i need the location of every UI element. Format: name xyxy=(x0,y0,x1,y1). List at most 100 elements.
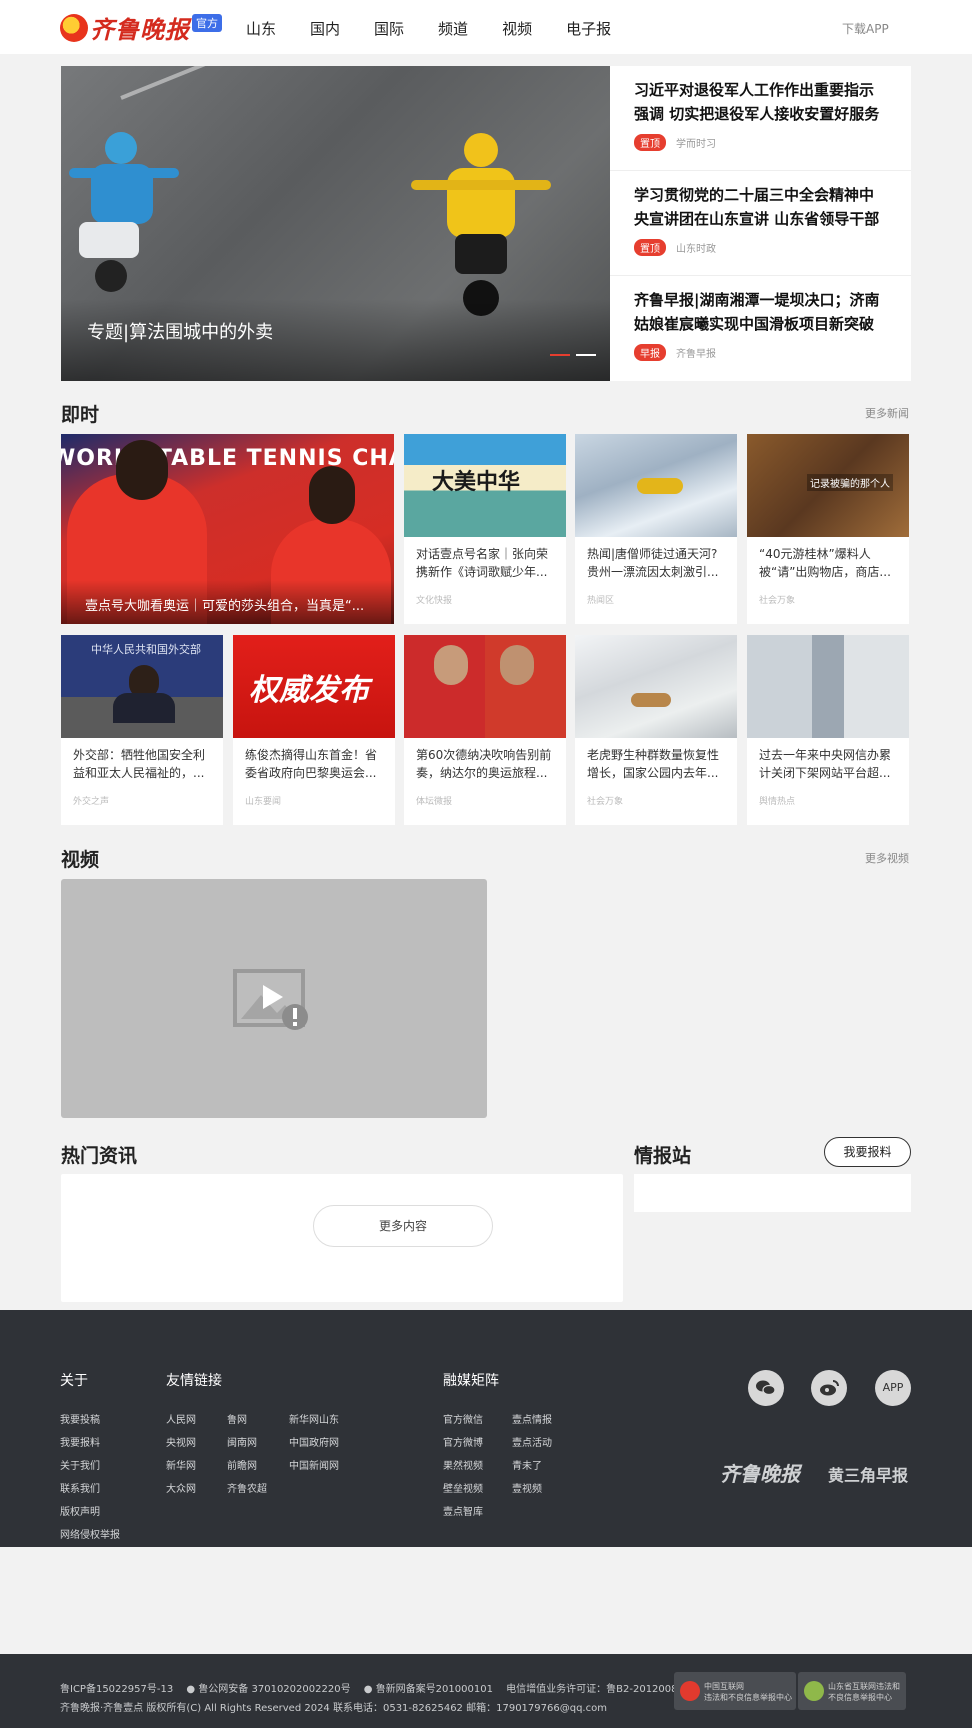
news-card[interactable]: 记录被骗的那个人 “40元游桂林”爆料人被“请”出购物店，商店... 社会万象 xyxy=(747,434,909,624)
friend-link[interactable]: 前瞻网 xyxy=(227,1457,257,1472)
featured-image-player2-head xyxy=(309,466,355,524)
news-card[interactable]: 大美中华 对话壹点号名家｜张向荣携新作《诗词歌赋少年... 文化快报 xyxy=(404,434,566,624)
news-source: 舆情热点 xyxy=(759,797,796,807)
friend-link[interactable]: 中国政府网 xyxy=(289,1434,339,1449)
nav-item-epaper[interactable]: 电子报 xyxy=(566,18,611,39)
logo-mark-icon xyxy=(60,13,88,42)
footer-link-about-us[interactable]: 关于我们 xyxy=(60,1457,100,1472)
news-record[interactable]: 鲁新网备案号201000101 xyxy=(376,1684,493,1695)
badge-line: 中国互联网 xyxy=(704,1682,744,1691)
news-thumbnail: 权威发布 xyxy=(233,635,395,738)
news-title[interactable]: 老虎野生种群数量恢复性增长，国家公园内去年... xyxy=(575,738,737,782)
news-card[interactable]: 中华人民共和国外交部 外交部：牺牲他国安全利益和亚太人民福祉的，... 外交之声 xyxy=(61,635,223,825)
news-title[interactable]: 对话壹点号名家｜张向荣携新作《诗词歌赋少年... xyxy=(404,537,566,581)
footer-link-infringement[interactable]: 网络侵权举报 xyxy=(60,1526,120,1541)
police-record[interactable]: 鲁公网安备 37010202002220号 xyxy=(198,1684,350,1695)
news-title[interactable]: “40元游桂林”爆料人被“请”出购物店，商店... xyxy=(747,537,909,581)
police-badge-icon: ● xyxy=(186,1684,196,1695)
hero-image-rider-blue xyxy=(69,132,179,292)
report-center-icon xyxy=(680,1681,700,1701)
media-link[interactable]: 壹点活动 xyxy=(512,1434,552,1449)
footer-link-copyright[interactable]: 版权声明 xyxy=(60,1503,100,1518)
news-card[interactable]: 老虎野生种群数量恢复性增长，国家公园内去年... 社会万象 xyxy=(575,635,737,825)
nav-item-domestic[interactable]: 国内 xyxy=(310,18,340,39)
section-title-hot: 热门资讯 xyxy=(61,1145,138,1167)
headline-source: 学而时习 xyxy=(676,139,716,150)
friend-link[interactable]: 新华网山东 xyxy=(289,1411,339,1426)
news-thumbnail xyxy=(747,635,909,738)
report-center-badge[interactable]: 中国互联网 违法和不良信息举报中心 xyxy=(674,1672,796,1710)
footer-logo-huangsanjiao: 黄三角早报 xyxy=(828,1466,909,1485)
news-title[interactable]: 外交部：牺牲他国安全利益和亚太人民福祉的，... xyxy=(61,738,223,782)
nav-item-video[interactable]: 视频 xyxy=(502,18,532,39)
media-link[interactable]: 官方微博 xyxy=(443,1434,483,1449)
friend-link[interactable]: 央视网 xyxy=(166,1434,196,1449)
carousel-dot-active[interactable] xyxy=(550,354,570,356)
footer-link-contact[interactable]: 联系我们 xyxy=(60,1480,100,1495)
thumbnail-title-text: 大美中华 xyxy=(432,469,521,495)
download-app-link[interactable]: 下载APP xyxy=(842,20,889,37)
friend-link[interactable]: 齐鲁农超 xyxy=(227,1480,267,1495)
hero-caption[interactable]: 专题|算法围城中的外卖 xyxy=(87,318,273,344)
wechat-icon[interactable] xyxy=(748,1370,784,1406)
shandong-report-badge[interactable]: 山东省互联网违法和 不良信息举报中心 xyxy=(798,1672,906,1710)
footer-link-report[interactable]: 我要报料 xyxy=(60,1434,100,1449)
headline-title[interactable]: 习近平对退役军人工作作出重要指示强调 切实把退役军人接收安置好服务保... xyxy=(634,78,887,126)
site-logo[interactable]: 齐鲁晚报 官方 xyxy=(60,10,222,45)
more-video-link[interactable]: 更多视频 xyxy=(865,850,909,866)
nav-item-channels[interactable]: 频道 xyxy=(438,18,468,39)
app-icon[interactable]: APP xyxy=(875,1370,911,1406)
news-card[interactable]: 热闻|唐僧师徒过通天河? 贵州一漂流因太刺激引... 热闻区 xyxy=(575,434,737,624)
carousel-dot[interactable] xyxy=(576,354,596,356)
media-link[interactable]: 官方微信 xyxy=(443,1411,483,1426)
media-link[interactable]: 壹点情报 xyxy=(512,1411,552,1426)
nav-item-shandong[interactable]: 山东 xyxy=(246,18,276,39)
news-source: 文化快报 xyxy=(416,596,453,606)
headline-title[interactable]: 学习贯彻党的二十届三中全会精神中央宣讲团在山东宣讲 山东省领导干部党... xyxy=(634,183,887,231)
headline-title[interactable]: 齐鲁早报|湖南湘潭一堤坝决口；济南姑娘崔宸曦实现中国滑板项目新突破 xyxy=(634,288,887,336)
friend-link[interactable]: 鲁网 xyxy=(227,1411,247,1426)
featured-caption[interactable]: 壹点号大咖看奥运｜可爱的莎头组合，当真是“... xyxy=(85,595,385,614)
news-card[interactable]: 过去一年来中央网信办累计关闭下架网站平台超... 舆情热点 xyxy=(747,635,909,825)
headline-item[interactable]: 学习贯彻党的二十届三中全会精神中央宣讲团在山东宣讲 山东省领导干部党... 置顶… xyxy=(610,171,911,276)
news-title[interactable]: 第60次德纳决吹响告别前奏，纳达尔的奥运旅程... xyxy=(404,738,566,782)
hot-news-panel: 更多内容 xyxy=(61,1174,623,1302)
featured-image-player1-head xyxy=(116,440,168,500)
friend-link[interactable]: 大众网 xyxy=(166,1480,196,1495)
media-link[interactable]: 壁垒视频 xyxy=(443,1480,483,1495)
more-content-button[interactable]: 更多内容 xyxy=(313,1205,493,1247)
news-card[interactable]: 第60次德纳决吹响告别前奏，纳达尔的奥运旅程... 体坛微报 xyxy=(404,635,566,825)
media-link[interactable]: 壹点智库 xyxy=(443,1503,483,1518)
headline-item[interactable]: 习近平对退役军人工作作出重要指示强调 切实把退役军人接收安置好服务保... 置顶… xyxy=(610,66,911,171)
weibo-icon[interactable] xyxy=(811,1370,847,1406)
headline-item[interactable]: 齐鲁早报|湖南湘潭一堤坝决口；济南姑娘崔宸曦实现中国滑板项目新突破 早报 齐鲁早报 xyxy=(610,276,911,381)
icp-number[interactable]: 鲁ICP备15022957号-13 xyxy=(60,1684,173,1695)
more-news-link[interactable]: 更多新闻 xyxy=(865,405,909,421)
news-thumbnail xyxy=(404,635,566,738)
news-source: 社会万象 xyxy=(587,797,624,807)
news-badge-icon: ● xyxy=(363,1684,373,1695)
friend-link[interactable]: 闽南网 xyxy=(227,1434,257,1449)
pinned-tag: 置顶 xyxy=(634,239,666,256)
hero-carousel[interactable]: 专题|算法围城中的外卖 xyxy=(61,66,610,381)
section-title-video: 视频 xyxy=(61,849,100,871)
news-title[interactable]: 过去一年来中央网信办累计关闭下架网站平台超... xyxy=(747,738,909,782)
footer-logo-qilu: 齐鲁晚报 xyxy=(720,1462,800,1486)
video-player-placeholder[interactable] xyxy=(61,879,487,1118)
news-thumbnail xyxy=(575,434,737,537)
nav-item-international[interactable]: 国际 xyxy=(374,18,404,39)
media-link[interactable]: 壹视频 xyxy=(512,1480,542,1495)
news-card[interactable]: 权威发布 练俊杰摘得山东首金！省委省政府向巴黎奥运会... 山东要闻 xyxy=(233,635,395,825)
friend-link[interactable]: 新华网 xyxy=(166,1457,196,1472)
news-title[interactable]: 热闻|唐僧师徒过通天河? 贵州一漂流因太刺激引... xyxy=(575,537,737,581)
news-title[interactable]: 练俊杰摘得山东首金！省委省政府向巴黎奥运会... xyxy=(233,738,395,782)
featured-news-card[interactable]: WORLD TABLE TENNIS CHAMPIONSHIP FINALS 壹… xyxy=(61,434,394,624)
report-news-button[interactable]: 我要报料 xyxy=(824,1137,911,1167)
media-link[interactable]: 果然视频 xyxy=(443,1457,483,1472)
footer-link-submit[interactable]: 我要投稿 xyxy=(60,1411,100,1426)
news-source: 社会万象 xyxy=(759,596,796,606)
friend-link[interactable]: 人民网 xyxy=(166,1411,196,1426)
carousel-indicators[interactable] xyxy=(544,354,596,356)
friend-link[interactable]: 中国新闻网 xyxy=(289,1457,339,1472)
media-link[interactable]: 青未了 xyxy=(512,1457,542,1472)
